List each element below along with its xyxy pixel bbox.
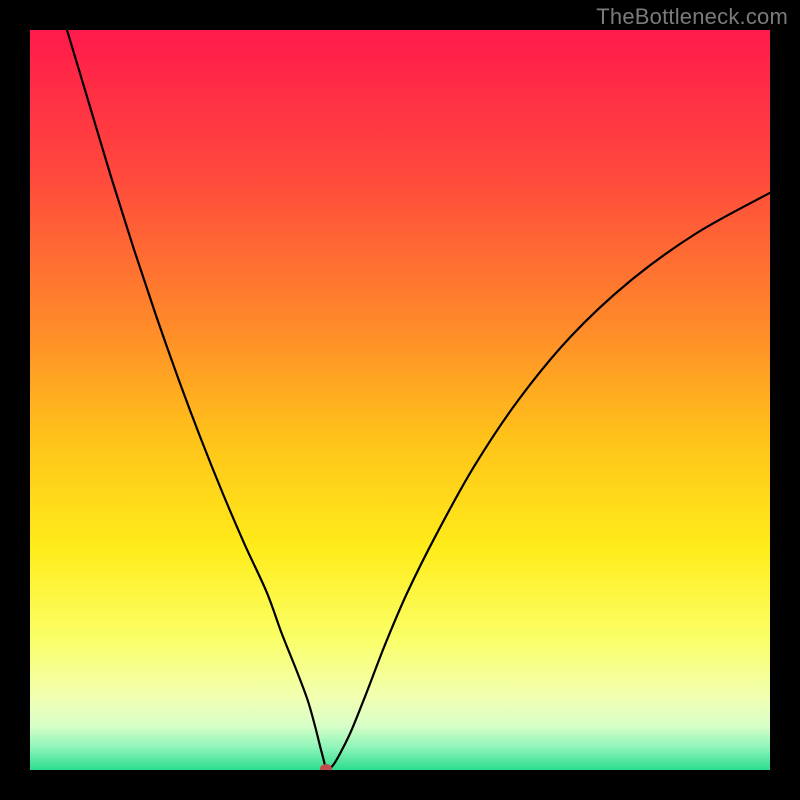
chart-svg (30, 30, 770, 770)
gradient-background (30, 30, 770, 770)
watermark-text: TheBottleneck.com (596, 4, 788, 30)
chart-frame: TheBottleneck.com (0, 0, 800, 800)
plot-area (30, 30, 770, 770)
